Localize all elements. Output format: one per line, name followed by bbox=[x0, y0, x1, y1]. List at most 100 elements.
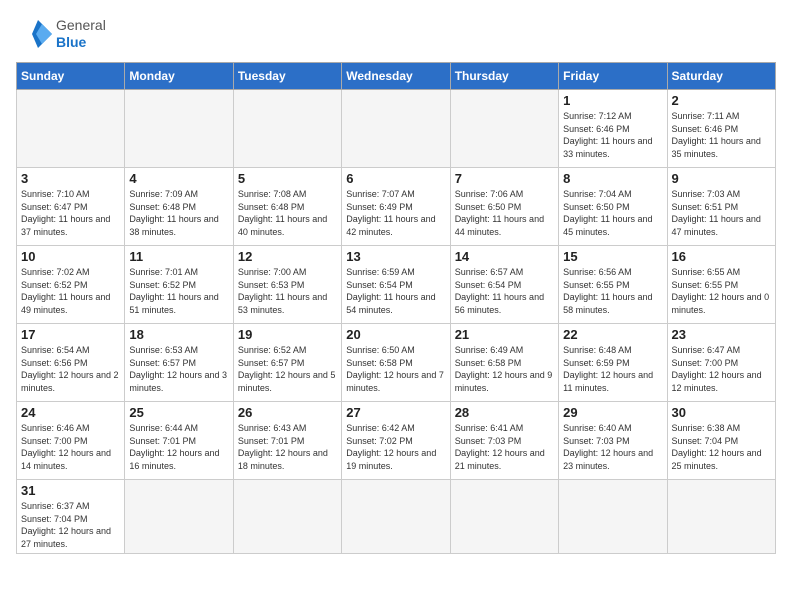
day-info: Sunrise: 7:08 AM Sunset: 6:48 PM Dayligh… bbox=[238, 188, 337, 238]
day-number: 3 bbox=[21, 171, 120, 186]
logo-general-text: General bbox=[56, 17, 106, 34]
day-number: 13 bbox=[346, 249, 445, 264]
day-info: Sunrise: 6:57 AM Sunset: 6:54 PM Dayligh… bbox=[455, 266, 554, 316]
day-info: Sunrise: 6:59 AM Sunset: 6:54 PM Dayligh… bbox=[346, 266, 445, 316]
day-number: 17 bbox=[21, 327, 120, 342]
week-row-4: 24 Sunrise: 6:46 AM Sunset: 7:00 PM Dayli… bbox=[17, 402, 776, 480]
day-header-thursday: Thursday bbox=[450, 63, 558, 90]
day-cell bbox=[342, 480, 450, 554]
day-cell: 22Sunrise: 6:48 AM Sunset: 6:59 PM Dayli… bbox=[559, 324, 667, 402]
day-cell: 17 Sunrise: 6:54 AM Sunset: 6:56 PM Dayli… bbox=[17, 324, 125, 402]
day-cell: 27 Sunrise: 6:42 AM Sunset: 7:02 PM Dayli… bbox=[342, 402, 450, 480]
day-cell bbox=[342, 90, 450, 168]
day-info: Sunrise: 7:04 AM Sunset: 6:50 PM Dayligh… bbox=[563, 188, 662, 238]
day-cell: 21 Sunrise: 6:49 AM Sunset: 6:58 PM Dayli… bbox=[450, 324, 558, 402]
day-cell: 10 Sunrise: 7:02 AM Sunset: 6:52 PM Dayli… bbox=[17, 246, 125, 324]
day-cell bbox=[233, 90, 341, 168]
day-cell: 29 Sunrise: 6:40 AM Sunset: 7:03 PM Dayli… bbox=[559, 402, 667, 480]
day-cell: 13 Sunrise: 6:59 AM Sunset: 6:54 PM Dayli… bbox=[342, 246, 450, 324]
week-row-0: 1 Sunrise: 7:12 AM Sunset: 6:46 PM Daylig… bbox=[17, 90, 776, 168]
day-number: 11 bbox=[129, 249, 228, 264]
day-number: 27 bbox=[346, 405, 445, 420]
day-number: 31 bbox=[21, 483, 120, 498]
day-number: 25 bbox=[129, 405, 228, 420]
day-number: 29 bbox=[563, 405, 662, 420]
day-info: Sunrise: 6:49 AM Sunset: 6:58 PM Dayligh… bbox=[455, 344, 554, 394]
day-number: 5 bbox=[238, 171, 337, 186]
day-number: 26 bbox=[238, 405, 337, 420]
day-number: 14 bbox=[455, 249, 554, 264]
day-number: 6 bbox=[346, 171, 445, 186]
day-number: 15 bbox=[563, 249, 662, 264]
day-info: Sunrise: 6:53 AM Sunset: 6:57 PM Dayligh… bbox=[129, 344, 228, 394]
day-info: Sunrise: 7:07 AM Sunset: 6:49 PM Dayligh… bbox=[346, 188, 445, 238]
day-number: 28 bbox=[455, 405, 554, 420]
day-info: Sunrise: 6:50 AM Sunset: 6:58 PM Dayligh… bbox=[346, 344, 445, 394]
day-cell: 30Sunrise: 6:38 AM Sunset: 7:04 PM Dayli… bbox=[667, 402, 775, 480]
day-info: Sunrise: 6:48 AM Sunset: 6:59 PM Dayligh… bbox=[563, 344, 662, 394]
week-row-1: 3 Sunrise: 7:10 AM Sunset: 6:47 PM Daylig… bbox=[17, 168, 776, 246]
day-number: 4 bbox=[129, 171, 228, 186]
day-cell: 25Sunrise: 6:44 AM Sunset: 7:01 PM Dayli… bbox=[125, 402, 233, 480]
day-cell: 19Sunrise: 6:52 AM Sunset: 6:57 PM Dayli… bbox=[233, 324, 341, 402]
logo-icon bbox=[16, 16, 52, 52]
day-number: 18 bbox=[129, 327, 228, 342]
day-cell: 31 Sunrise: 6:37 AM Sunset: 7:04 PM Dayli… bbox=[17, 480, 125, 554]
day-info: Sunrise: 7:06 AM Sunset: 6:50 PM Dayligh… bbox=[455, 188, 554, 238]
day-cell bbox=[17, 90, 125, 168]
day-info: Sunrise: 6:40 AM Sunset: 7:03 PM Dayligh… bbox=[563, 422, 662, 472]
header-row: SundayMondayTuesdayWednesdayThursdayFrid… bbox=[17, 63, 776, 90]
logo: GeneralBlue bbox=[16, 16, 106, 52]
day-info: Sunrise: 7:12 AM Sunset: 6:46 PM Dayligh… bbox=[563, 110, 662, 160]
week-row-3: 17 Sunrise: 6:54 AM Sunset: 6:56 PM Dayli… bbox=[17, 324, 776, 402]
day-info: Sunrise: 7:03 AM Sunset: 6:51 PM Dayligh… bbox=[672, 188, 771, 238]
day-info: Sunrise: 6:37 AM Sunset: 7:04 PM Dayligh… bbox=[21, 500, 120, 550]
day-number: 12 bbox=[238, 249, 337, 264]
day-info: Sunrise: 6:55 AM Sunset: 6:55 PM Dayligh… bbox=[672, 266, 771, 316]
day-cell: 6 Sunrise: 7:07 AM Sunset: 6:49 PM Daylig… bbox=[342, 168, 450, 246]
day-cell: 16 Sunrise: 6:55 AM Sunset: 6:55 PM Dayli… bbox=[667, 246, 775, 324]
day-info: Sunrise: 7:00 AM Sunset: 6:53 PM Dayligh… bbox=[238, 266, 337, 316]
day-cell: 20Sunrise: 6:50 AM Sunset: 6:58 PM Dayli… bbox=[342, 324, 450, 402]
day-info: Sunrise: 6:54 AM Sunset: 6:56 PM Dayligh… bbox=[21, 344, 120, 394]
day-header-wednesday: Wednesday bbox=[342, 63, 450, 90]
day-header-sunday: Sunday bbox=[17, 63, 125, 90]
day-cell bbox=[559, 480, 667, 554]
day-number: 9 bbox=[672, 171, 771, 186]
week-row-5: 31 Sunrise: 6:37 AM Sunset: 7:04 PM Dayli… bbox=[17, 480, 776, 554]
day-cell bbox=[450, 480, 558, 554]
day-number: 24 bbox=[21, 405, 120, 420]
day-cell: 8Sunrise: 7:04 AM Sunset: 6:50 PM Daylig… bbox=[559, 168, 667, 246]
day-info: Sunrise: 6:41 AM Sunset: 7:03 PM Dayligh… bbox=[455, 422, 554, 472]
calendar-table: SundayMondayTuesdayWednesdayThursdayFrid… bbox=[16, 62, 776, 554]
day-info: Sunrise: 6:47 AM Sunset: 7:00 PM Dayligh… bbox=[672, 344, 771, 394]
day-number: 23 bbox=[672, 327, 771, 342]
logo-blue-text: Blue bbox=[56, 34, 106, 51]
day-cell: 15 Sunrise: 6:56 AM Sunset: 6:55 PM Dayli… bbox=[559, 246, 667, 324]
day-info: Sunrise: 6:43 AM Sunset: 7:01 PM Dayligh… bbox=[238, 422, 337, 472]
day-number: 1 bbox=[563, 93, 662, 108]
day-info: Sunrise: 7:02 AM Sunset: 6:52 PM Dayligh… bbox=[21, 266, 120, 316]
day-cell: 12 Sunrise: 7:00 AM Sunset: 6:53 PM Dayli… bbox=[233, 246, 341, 324]
day-cell bbox=[125, 90, 233, 168]
day-number: 16 bbox=[672, 249, 771, 264]
day-cell: 26 Sunrise: 6:43 AM Sunset: 7:01 PM Dayli… bbox=[233, 402, 341, 480]
day-cell: 18 Sunrise: 6:53 AM Sunset: 6:57 PM Dayli… bbox=[125, 324, 233, 402]
day-number: 10 bbox=[21, 249, 120, 264]
day-info: Sunrise: 6:46 AM Sunset: 7:00 PM Dayligh… bbox=[21, 422, 120, 472]
day-cell: 14 Sunrise: 6:57 AM Sunset: 6:54 PM Dayli… bbox=[450, 246, 558, 324]
day-cell bbox=[450, 90, 558, 168]
day-cell: 7Sunrise: 7:06 AM Sunset: 6:50 PM Daylig… bbox=[450, 168, 558, 246]
day-header-monday: Monday bbox=[125, 63, 233, 90]
day-info: Sunrise: 7:10 AM Sunset: 6:47 PM Dayligh… bbox=[21, 188, 120, 238]
day-header-tuesday: Tuesday bbox=[233, 63, 341, 90]
day-cell: 23 Sunrise: 6:47 AM Sunset: 7:00 PM Dayli… bbox=[667, 324, 775, 402]
day-cell: 5 Sunrise: 7:08 AM Sunset: 6:48 PM Daylig… bbox=[233, 168, 341, 246]
day-info: Sunrise: 7:11 AM Sunset: 6:46 PM Dayligh… bbox=[672, 110, 771, 160]
day-info: Sunrise: 6:56 AM Sunset: 6:55 PM Dayligh… bbox=[563, 266, 662, 316]
day-cell bbox=[233, 480, 341, 554]
day-header-saturday: Saturday bbox=[667, 63, 775, 90]
day-number: 21 bbox=[455, 327, 554, 342]
day-info: Sunrise: 6:42 AM Sunset: 7:02 PM Dayligh… bbox=[346, 422, 445, 472]
day-number: 30 bbox=[672, 405, 771, 420]
